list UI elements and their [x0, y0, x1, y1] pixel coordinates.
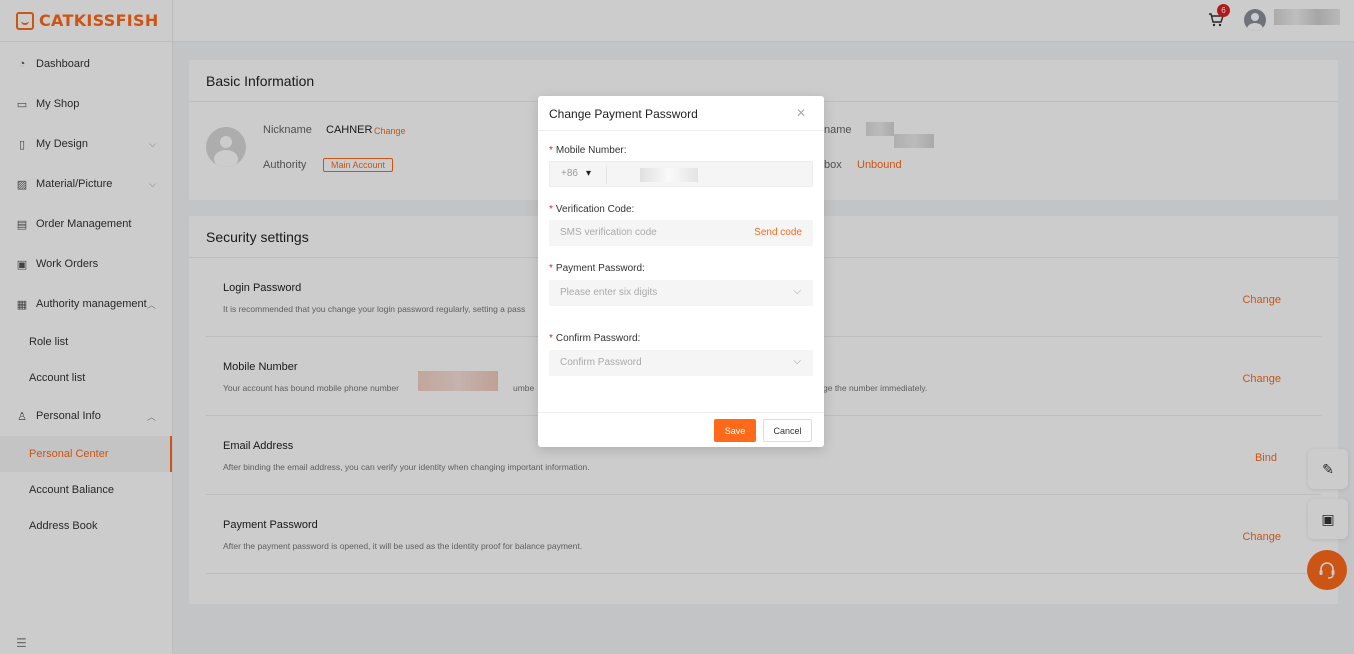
verification-code-input[interactable]: SMS verification code Send code	[549, 220, 813, 246]
country-code-divider	[606, 166, 607, 184]
eye-closed-icon[interactable]: ⌵	[793, 286, 801, 297]
confirm-password-label: * Confirm Password:	[549, 333, 641, 344]
confirm-password-placeholder: Confirm Password	[560, 357, 642, 368]
send-code-button[interactable]: Send code	[754, 227, 802, 238]
modal-footer: Save Cancel	[538, 412, 824, 447]
modal-header: Change Payment Password ✕	[538, 96, 824, 131]
modal-title: Change Payment Password	[549, 107, 698, 121]
eye-closed-icon[interactable]: ⌵	[793, 356, 801, 367]
payment-password-placeholder: Please enter six digits	[560, 287, 658, 298]
save-button[interactable]: Save	[714, 419, 756, 442]
verification-placeholder: SMS verification code	[560, 227, 657, 238]
confirm-password-input[interactable]: Confirm Password ⌵	[549, 350, 813, 376]
mobile-number-field[interactable]: +86 ▾	[549, 161, 813, 187]
payment-password-input[interactable]: Please enter six digits ⌵	[549, 280, 813, 306]
verification-code-label: * Verification Code:	[549, 204, 635, 215]
blurred-phone-value	[640, 168, 698, 182]
change-payment-password-modal: Change Payment Password ✕ * Mobile Number…	[538, 96, 824, 447]
close-icon[interactable]: ✕	[796, 106, 806, 120]
cancel-button[interactable]: Cancel	[763, 419, 812, 442]
payment-password-label: * Payment Password:	[549, 263, 645, 274]
mobile-number-label: * Mobile Number:	[549, 145, 627, 156]
chevron-down-icon: ▾	[586, 168, 592, 179]
country-code-select[interactable]: +86	[561, 168, 578, 179]
